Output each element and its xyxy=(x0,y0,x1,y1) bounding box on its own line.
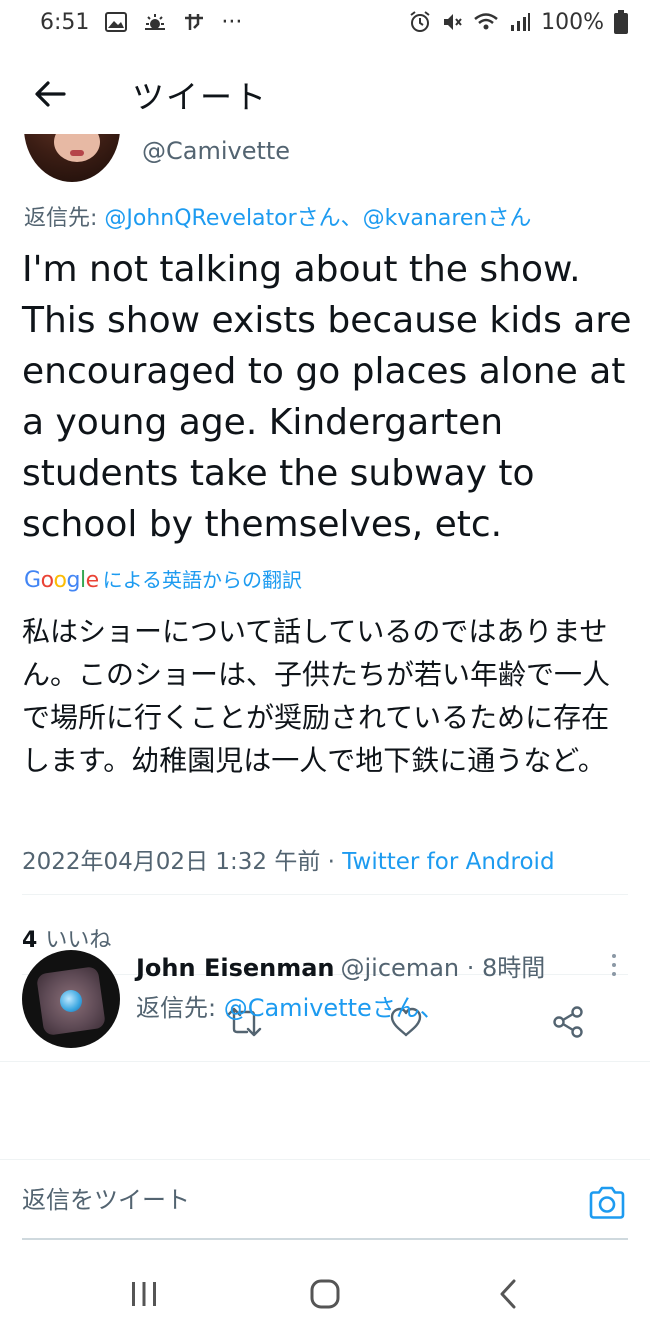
reply-author-name: John Eisenman xyxy=(136,954,335,982)
compose-bar xyxy=(0,1159,650,1241)
divider xyxy=(0,1061,650,1062)
back-button[interactable] xyxy=(30,74,70,114)
tweet-timestamp[interactable]: 2022年04月02日 1:32 午前 xyxy=(22,849,320,875)
mute-icon xyxy=(441,11,463,33)
status-bar: 6:51 ··· 100% xyxy=(0,0,650,44)
recent-apps-button[interactable] xyxy=(124,1274,164,1314)
reply-to-users-link[interactable]: @JohnQRevelatorさん、@kvanarenさん xyxy=(104,206,531,231)
share-button[interactable] xyxy=(548,1002,588,1042)
reply-to-line: 返信先: @JohnQRevelatorさん、@kvanarenさん xyxy=(24,200,531,232)
home-icon xyxy=(310,1279,340,1309)
tweet-source-link[interactable]: Twitter for Android xyxy=(342,849,554,875)
avatar-face xyxy=(54,134,100,162)
dot xyxy=(612,954,616,958)
avatar-orb xyxy=(60,990,82,1012)
battery-icon xyxy=(614,10,628,34)
compose-underline xyxy=(22,1238,628,1240)
translated-text: 私はショーについて話しているのではありません。このショーは、子供たちが若い年齢で… xyxy=(22,615,611,777)
dot xyxy=(612,972,616,976)
meta-separator: · xyxy=(320,849,343,875)
chevron-left-icon xyxy=(500,1279,516,1309)
gallery-icon xyxy=(105,12,128,32)
camera-button[interactable] xyxy=(586,1182,628,1224)
author-avatar[interactable] xyxy=(24,134,120,182)
arrow-left-icon xyxy=(35,81,66,107)
app-notification-icon xyxy=(183,12,205,32)
home-button[interactable] xyxy=(305,1274,345,1314)
translation-attribution[interactable]: Google による英語からの翻訳 xyxy=(24,564,302,593)
reply-to-prefix: 返信先: xyxy=(136,994,224,1022)
battery-percent: 100% xyxy=(541,9,604,35)
author-handle[interactable]: @Camivette xyxy=(142,136,290,166)
status-right: 100% xyxy=(409,10,628,35)
tweet-text: I'm not talking about the show. This sho… xyxy=(22,249,632,545)
google-logo: Google xyxy=(24,568,99,593)
share-icon xyxy=(553,1006,583,1038)
page-title: ツイート xyxy=(132,78,269,116)
reply-author-handle: @jiceman · 8時間 xyxy=(340,954,546,982)
translation-label: による英語からの翻訳 xyxy=(102,568,303,592)
system-nav-bar xyxy=(0,1244,650,1336)
camera-icon xyxy=(589,1186,625,1219)
status-left: 6:51 ··· xyxy=(40,10,242,35)
dot xyxy=(612,963,616,967)
reply-header[interactable]: John Eisenman @jiceman · 8時間 xyxy=(136,948,545,983)
reply-reply-to-line: 返信先: @Camivetteさん、 xyxy=(136,988,444,1023)
system-back-button[interactable] xyxy=(488,1274,528,1314)
avatar-lip xyxy=(70,150,84,156)
reply-avatar[interactable] xyxy=(22,950,120,1048)
reply-compose-input[interactable] xyxy=(22,1174,562,1226)
reply-to-user-link[interactable]: @Camivetteさん、 xyxy=(224,994,444,1022)
likes-label: いいね xyxy=(45,928,112,953)
divider xyxy=(22,894,628,895)
likes-count: 4 xyxy=(22,928,38,953)
more-options-button[interactable] xyxy=(602,950,626,980)
wifi-icon xyxy=(473,11,499,33)
recent-apps-icon xyxy=(132,1282,156,1306)
app-bar: ツイート xyxy=(0,54,650,134)
alarm-icon xyxy=(409,11,431,33)
weather-icon xyxy=(143,12,167,32)
more-notifications-dots: ··· xyxy=(221,9,243,35)
reply-to-prefix: 返信先: xyxy=(24,206,105,231)
status-time: 6:51 xyxy=(40,9,90,35)
tweet-metadata: 2022年04月02日 1:32 午前 · Twitter for Androi… xyxy=(22,842,555,876)
signal-icon xyxy=(509,11,531,33)
